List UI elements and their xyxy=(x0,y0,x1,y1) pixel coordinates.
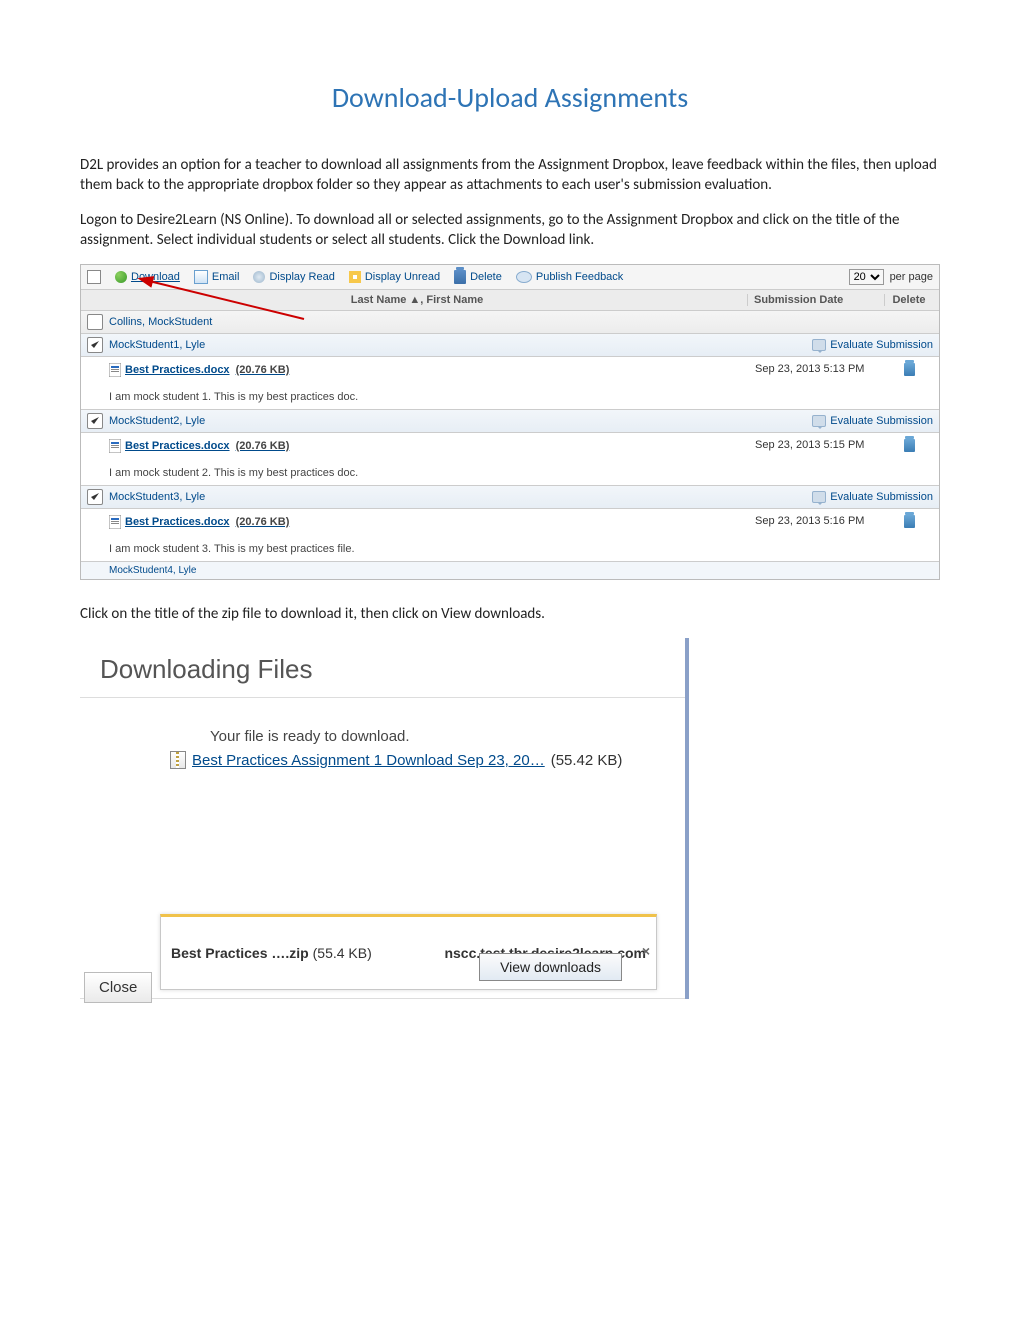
view-downloads-button[interactable]: View downloads xyxy=(479,953,622,981)
submission-comment: I am mock student 2. This is my best pra… xyxy=(109,467,749,479)
download-filesize: (55.4 KB) xyxy=(313,945,372,961)
file-row: Best Practices.docx (20.76 KB) I am mock… xyxy=(81,509,939,561)
evaluate-submission-link[interactable]: Evaluate Submission xyxy=(830,491,933,503)
student-row: MockStudent1, Lyle Evaluate Submission xyxy=(81,334,939,357)
download-file-size: (55.42 KB) xyxy=(551,752,623,769)
student-row: Collins, MockStudent xyxy=(81,311,939,334)
submission-date: Sep 23, 2013 5:16 PM xyxy=(749,515,885,555)
display-read-link[interactable]: Display Read xyxy=(253,271,334,283)
submission-comment: I am mock student 3. This is my best pra… xyxy=(109,543,749,555)
delete-submission-icon[interactable] xyxy=(904,439,915,452)
download-filename: Best Practices ….zip xyxy=(171,945,309,961)
display-unread-link[interactable]: Display Unread xyxy=(349,271,440,283)
student-name-link[interactable]: MockStudent1, Lyle xyxy=(109,339,812,351)
file-link[interactable]: Best Practices.docx (20.76 KB) xyxy=(109,439,749,453)
browser-download-bar: Best Practices ….zip (55.4 KB) nscc.test… xyxy=(160,914,657,990)
docx-icon xyxy=(109,515,121,529)
submission-date: Sep 23, 2013 5:13 PM xyxy=(749,363,885,403)
close-button[interactable]: Close xyxy=(84,972,152,1003)
intro-paragraph-2: Logon to Desire2Learn (NS Online). To do… xyxy=(80,210,940,251)
zip-file-icon xyxy=(170,751,186,769)
student-row: MockStudent3, Lyle Evaluate Submission xyxy=(81,486,939,509)
evaluate-submission-link[interactable]: Evaluate Submission xyxy=(830,339,933,351)
feedback-icon xyxy=(812,415,826,427)
download-bar-close-icon[interactable]: × xyxy=(642,943,650,959)
row-checkbox[interactable] xyxy=(87,413,103,429)
ready-label: Your file is ready to download. xyxy=(210,728,645,745)
submissions-screenshot: Download Email Display Read Display Unre… xyxy=(80,264,940,580)
student-row-cutoff: MockStudent4, Lyle xyxy=(81,561,939,579)
select-all-checkbox[interactable] xyxy=(87,270,101,284)
check-icon xyxy=(90,416,100,426)
publish-feedback-link[interactable]: Publish Feedback xyxy=(516,271,623,283)
mail-unread-icon xyxy=(349,271,361,283)
row-checkbox[interactable] xyxy=(87,337,103,353)
student-name-link[interactable]: MockStudent3, Lyle xyxy=(109,491,812,503)
check-icon xyxy=(90,492,100,502)
submission-comment: I am mock student 1. This is my best pra… xyxy=(109,391,749,403)
student-name-link[interactable]: MockStudent2, Lyle xyxy=(109,415,812,427)
mail-read-icon xyxy=(253,271,265,283)
file-row: Best Practices.docx (20.76 KB) I am mock… xyxy=(81,357,939,410)
email-icon xyxy=(194,270,208,284)
student-name-link[interactable]: Collins, MockStudent xyxy=(109,316,933,328)
docx-icon xyxy=(109,439,121,453)
download-icon xyxy=(115,271,127,283)
download-file-link[interactable]: Best Practices Assignment 1 Download Sep… xyxy=(192,752,545,769)
publish-icon xyxy=(516,271,532,283)
delete-submission-icon[interactable] xyxy=(904,515,915,528)
downloading-files-screenshot: Downloading Files Your file is ready to … xyxy=(80,638,689,999)
feedback-icon xyxy=(812,339,826,351)
trash-icon xyxy=(454,270,466,284)
email-link[interactable]: Email xyxy=(194,270,240,284)
submission-date: Sep 23, 2013 5:15 PM xyxy=(749,439,885,479)
dialog-heading: Downloading Files xyxy=(80,638,685,697)
delete-submission-icon[interactable] xyxy=(904,363,915,376)
download-link[interactable]: Download xyxy=(115,271,180,283)
intro-paragraph-1: D2L provides an option for a teacher to … xyxy=(80,155,940,196)
col-date[interactable]: Submission Date xyxy=(747,294,884,306)
row-checkbox[interactable] xyxy=(87,314,103,330)
evaluate-submission-link[interactable]: Evaluate Submission xyxy=(830,415,933,427)
file-row: Best Practices.docx (20.76 KB) I am mock… xyxy=(81,433,939,486)
per-page-select[interactable]: 20 xyxy=(849,269,884,285)
check-icon xyxy=(90,340,100,350)
student-row: MockStudent2, Lyle Evaluate Submission xyxy=(81,410,939,433)
docx-icon xyxy=(109,363,121,377)
row-checkbox[interactable] xyxy=(87,489,103,505)
delete-link[interactable]: Delete xyxy=(454,270,502,284)
doc-title: Download-Upload Assignments xyxy=(80,80,940,115)
intro-paragraph-3: Click on the title of the zip file to do… xyxy=(80,604,940,624)
feedback-icon xyxy=(812,491,826,503)
col-delete: Delete xyxy=(884,294,933,306)
col-name[interactable]: Last Name ▲, First Name xyxy=(87,294,747,306)
file-link[interactable]: Best Practices.docx (20.76 KB) xyxy=(109,363,749,377)
per-page-label: per page xyxy=(890,271,933,283)
file-link[interactable]: Best Practices.docx (20.76 KB) xyxy=(109,515,749,529)
